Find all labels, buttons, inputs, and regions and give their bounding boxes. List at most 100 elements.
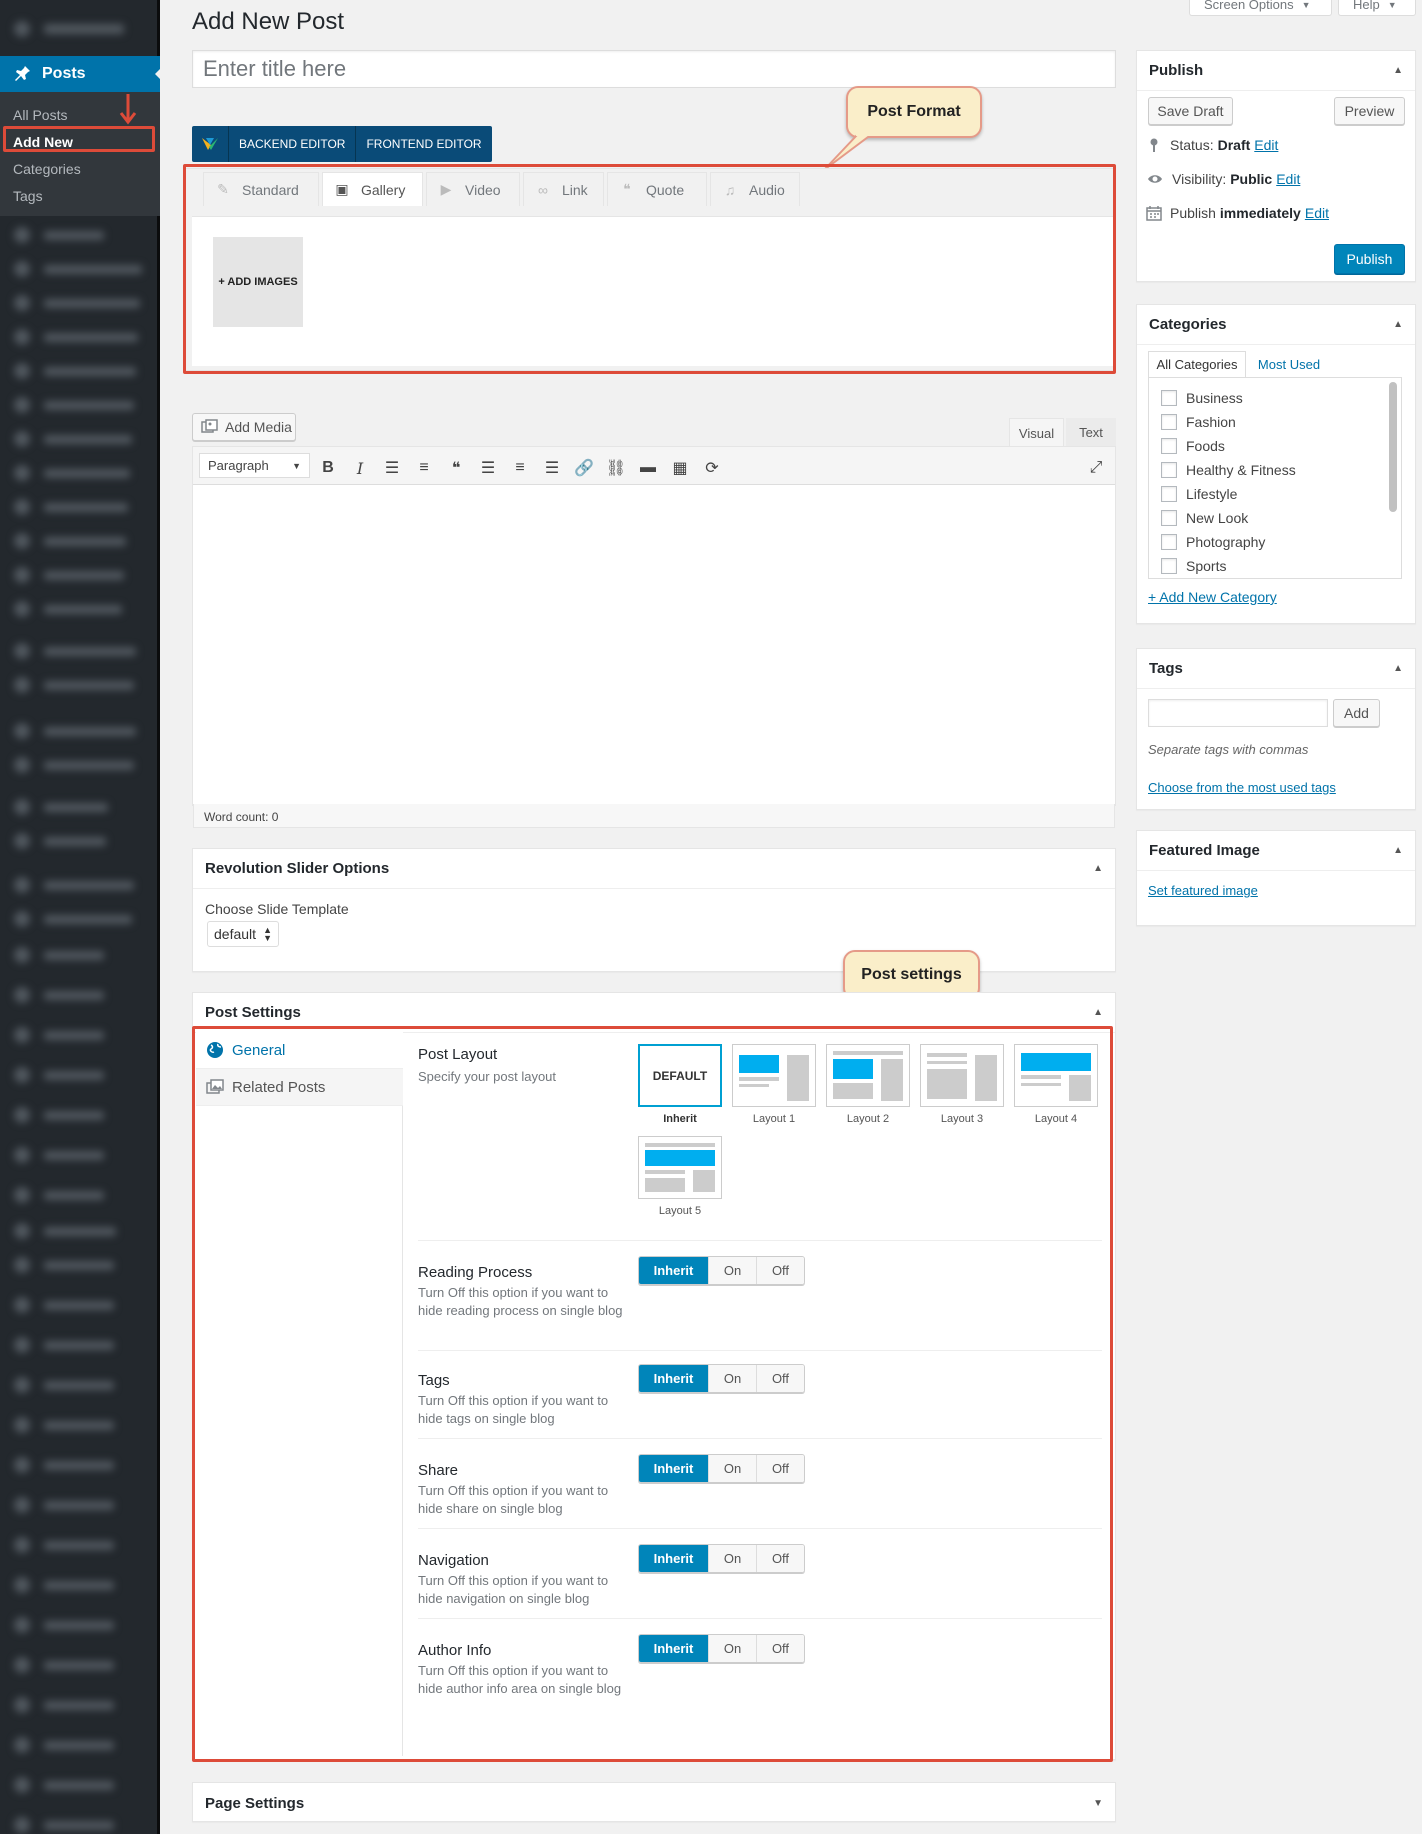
collapse-icon[interactable]: ▲ — [1393, 319, 1403, 330]
collapse-icon[interactable]: ▲ — [1093, 1007, 1103, 1018]
blurred-menu-item — [0, 1608, 157, 1642]
category-item[interactable]: Fashion — [1161, 410, 1401, 434]
toggle-on[interactable]: On — [708, 1365, 756, 1392]
blurred-menu-item — [0, 714, 157, 748]
add-tag-button[interactable]: Add — [1333, 699, 1380, 727]
refresh-icon[interactable]: ⟳ — [700, 456, 724, 480]
set-featured-image-link[interactable]: Set featured image — [1148, 883, 1258, 898]
unlink-icon[interactable]: ⛓ — [604, 456, 628, 480]
collapse-icon[interactable]: ▲ — [1393, 65, 1403, 76]
categories-list[interactable]: Business Fashion Foods Healthy & Fitness Lif… — [1148, 377, 1402, 579]
layout-label: Layout 1 — [752, 1113, 796, 1125]
category-item[interactable]: Healthy & Fitness — [1161, 458, 1401, 482]
layout-option-3[interactable] — [920, 1044, 1004, 1107]
tab-visual[interactable]: Visual — [1009, 418, 1064, 447]
toggle-off[interactable]: Off — [756, 1545, 804, 1572]
tab-text[interactable]: Text — [1066, 418, 1116, 447]
numbered-list-icon[interactable]: ≡ — [412, 456, 436, 480]
format-select[interactable]: Paragraph ▼ — [199, 453, 310, 478]
revolution-slider-title: Revolution Slider Options — [205, 860, 390, 877]
toggle-on[interactable]: On — [708, 1635, 756, 1662]
toggle-off[interactable]: Off — [756, 1455, 804, 1482]
format-tab-standard[interactable]: ✎ Standard — [203, 172, 319, 206]
category-item[interactable]: Photography — [1161, 530, 1401, 554]
add-media-button[interactable]: Add Media — [192, 413, 296, 441]
category-checkbox[interactable] — [1161, 390, 1177, 406]
menu-posts[interactable]: Posts — [0, 56, 163, 92]
align-center-icon[interactable]: ≡ — [508, 456, 532, 480]
toggle-inherit[interactable]: Inherit — [639, 1365, 708, 1392]
save-draft-button[interactable]: Save Draft — [1148, 97, 1233, 125]
page-title: Add New Post — [192, 8, 345, 35]
tab-most-used[interactable]: Most Used — [1248, 351, 1330, 377]
toggle-inherit[interactable]: Inherit — [639, 1455, 708, 1482]
format-tab-video[interactable]: ▶ Video — [426, 172, 520, 206]
align-right-icon[interactable]: ☰ — [540, 456, 564, 480]
category-item[interactable]: Lifestyle — [1161, 482, 1401, 506]
caret-down-icon: ▼ — [1387, 0, 1397, 10]
category-checkbox[interactable] — [1161, 558, 1177, 574]
toggle-on[interactable]: On — [708, 1545, 756, 1572]
category-item[interactable]: Sports — [1161, 554, 1401, 578]
toggle-on[interactable]: On — [708, 1455, 756, 1482]
format-tab-gallery[interactable]: ▣ Gallery — [322, 172, 423, 206]
category-item[interactable]: Foods — [1161, 434, 1401, 458]
category-item[interactable]: Business — [1161, 386, 1401, 410]
toggle-inherit[interactable]: Inherit — [639, 1635, 708, 1662]
layout-option-0[interactable]: DEFAULT — [638, 1044, 722, 1107]
edit-status-link[interactable]: Edit — [1254, 137, 1278, 153]
layout-option-4[interactable] — [1014, 1044, 1098, 1107]
toggle-off[interactable]: Off — [756, 1635, 804, 1662]
screen-options-button[interactable]: Screen Options ▼ — [1189, 0, 1332, 16]
format-tab-quote[interactable]: ❝ Quote — [607, 172, 707, 206]
edit-schedule-link[interactable]: Edit — [1305, 205, 1329, 221]
submenu-tags[interactable]: Tags — [0, 183, 160, 210]
submenu-categories[interactable]: Categories — [0, 156, 160, 183]
bold-icon[interactable]: B — [316, 456, 340, 480]
category-checkbox[interactable] — [1161, 486, 1177, 502]
category-checkbox[interactable] — [1161, 534, 1177, 550]
category-checkbox[interactable] — [1161, 462, 1177, 478]
category-item[interactable]: New Look — [1161, 506, 1401, 530]
categories-scrollbar[interactable] — [1389, 382, 1397, 512]
format-tab-audio[interactable]: ♫ Audio — [710, 172, 800, 206]
toggle-inherit[interactable]: Inherit — [639, 1257, 708, 1284]
read-more-icon[interactable]: ▬ — [636, 456, 660, 480]
align-left-icon[interactable]: ☰ — [476, 456, 500, 480]
title-input[interactable]: Enter title here — [192, 50, 1116, 88]
layout-option-5[interactable] — [638, 1136, 722, 1199]
tab-all-categories[interactable]: All Categories — [1148, 351, 1246, 377]
tags-input[interactable] — [1148, 699, 1328, 727]
toggle-off[interactable]: Off — [756, 1365, 804, 1392]
bullet-list-icon[interactable]: ☰ — [380, 456, 404, 480]
collapse-icon[interactable]: ▲ — [1393, 663, 1403, 674]
blockquote-icon[interactable]: ❝ — [444, 456, 468, 480]
option-title: Reading Process — [418, 1264, 533, 1281]
choose-tags-link[interactable]: Choose from the most used tags — [1148, 780, 1336, 795]
expand-icon[interactable]: ▼ — [1093, 1798, 1103, 1809]
slide-template-select[interactable]: default ▲ ▼ — [207, 921, 279, 947]
editor-textarea[interactable] — [193, 486, 1115, 804]
category-checkbox[interactable] — [1161, 438, 1177, 454]
publish-button[interactable]: Publish — [1334, 244, 1405, 274]
toggle-on[interactable]: On — [708, 1257, 756, 1284]
fullscreen-icon[interactable]: ⤢ — [1084, 456, 1108, 480]
help-button[interactable]: Help ▼ — [1338, 0, 1416, 16]
toggle-off[interactable]: Off — [756, 1257, 804, 1284]
category-checkbox[interactable] — [1161, 414, 1177, 430]
preview-button[interactable]: Preview — [1334, 97, 1405, 125]
italic-icon[interactable]: I — [348, 456, 372, 480]
toolbar-toggle-icon[interactable]: ▦ — [668, 456, 692, 480]
collapse-icon[interactable]: ▲ — [1393, 845, 1403, 856]
layout-option-1[interactable] — [732, 1044, 816, 1107]
toggle-inherit[interactable]: Inherit — [639, 1545, 708, 1572]
collapse-icon[interactable]: ▲ — [1093, 863, 1103, 874]
backend-editor-button[interactable]: BACKEND EDITOR — [228, 126, 355, 162]
insert-link-icon[interactable]: 🔗 — [572, 456, 596, 480]
format-tab-link[interactable]: ∞ Link — [523, 172, 604, 206]
frontend-editor-button[interactable]: FRONTEND EDITOR — [355, 126, 491, 162]
layout-option-2[interactable] — [826, 1044, 910, 1107]
category-checkbox[interactable] — [1161, 510, 1177, 526]
add-new-category-link[interactable]: + Add New Category — [1148, 589, 1277, 605]
edit-visibility-link[interactable]: Edit — [1276, 171, 1300, 187]
